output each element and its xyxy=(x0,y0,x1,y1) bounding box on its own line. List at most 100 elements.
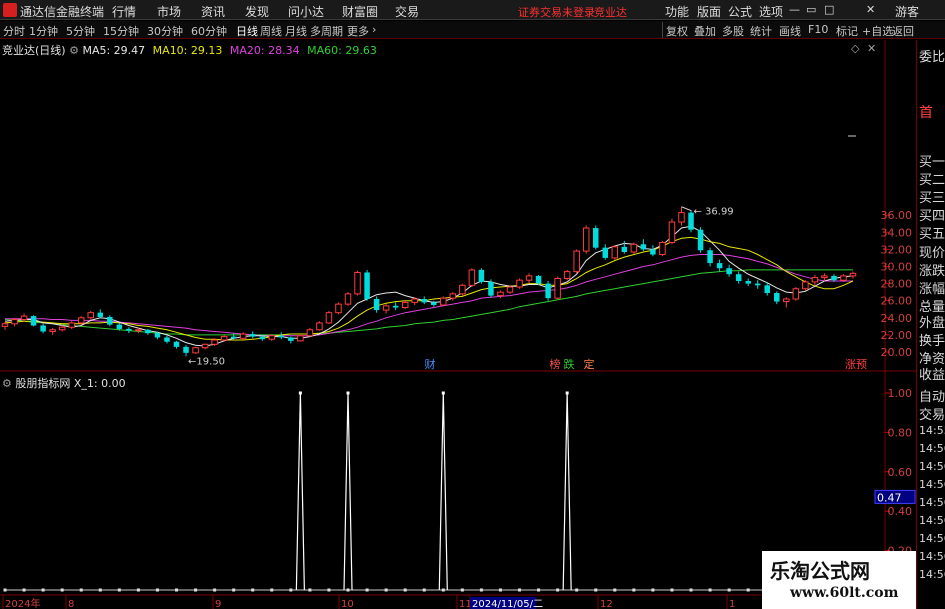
side-auto[interactable]: 自动 xyxy=(919,386,945,405)
candle-body xyxy=(58,326,66,331)
candle-body xyxy=(154,333,161,338)
signal-point xyxy=(518,588,522,592)
candle-body xyxy=(745,281,751,284)
side-outer: 外盘 xyxy=(919,316,945,331)
signal-tick-label: 1.00 xyxy=(888,387,913,400)
candle-body xyxy=(20,315,28,321)
signal-point xyxy=(232,588,236,592)
side-bid4: 买四 xyxy=(919,209,945,224)
signal-point xyxy=(422,588,426,592)
candle-body xyxy=(401,301,409,309)
candle-body xyxy=(774,293,780,302)
ma60-line xyxy=(4,269,853,336)
signal-point xyxy=(441,588,445,592)
candle-body xyxy=(68,322,75,328)
candle-body xyxy=(792,288,800,300)
candle-body xyxy=(668,221,676,244)
candle-body xyxy=(335,303,342,314)
signal-spike xyxy=(295,392,305,591)
candle-body xyxy=(1,323,9,327)
candle-body xyxy=(268,335,276,340)
candle-body xyxy=(230,336,237,339)
candle-body xyxy=(126,328,132,331)
signal-point xyxy=(117,588,121,592)
candle-body xyxy=(421,298,427,303)
signal-point xyxy=(479,588,483,592)
high-price-label: ← 36.99 xyxy=(693,207,733,218)
signal-point xyxy=(251,588,255,592)
candle-body xyxy=(592,228,599,248)
candle-body xyxy=(431,302,437,305)
candle-body xyxy=(297,335,304,342)
candle-body xyxy=(364,272,370,299)
high-arrow xyxy=(681,206,692,212)
signal-point xyxy=(498,588,502,592)
watermark-title: 乐淘公式网 xyxy=(770,559,870,583)
candle-body xyxy=(382,305,390,311)
candle-body xyxy=(640,244,647,250)
price-tick-label: 24.00 xyxy=(881,312,913,325)
signal-spike xyxy=(438,392,448,591)
watermark-url: www.60lt.com xyxy=(790,585,899,601)
candle-body xyxy=(116,324,123,329)
candle-body xyxy=(611,246,619,259)
signal-point xyxy=(22,588,26,592)
candle-body xyxy=(764,285,770,294)
price-tick-label: 30.00 xyxy=(881,261,913,274)
signal-peak xyxy=(298,391,302,395)
price-tick-label: 20.00 xyxy=(881,346,913,359)
candle-body xyxy=(478,269,485,282)
signal-point xyxy=(136,588,140,592)
candle-body xyxy=(201,343,209,349)
candle-body xyxy=(145,329,151,334)
price-tick-label: 34.00 xyxy=(881,226,913,239)
watermark: 乐淘公式网 www.60lt.com xyxy=(762,551,916,609)
candle-body xyxy=(288,337,294,341)
signal-point xyxy=(213,588,217,592)
candle-body xyxy=(373,298,380,311)
candle-body xyxy=(545,283,551,299)
tick-time: 14:56 xyxy=(919,460,945,473)
signal-point xyxy=(155,588,159,592)
date-label: 1 xyxy=(729,599,735,609)
signal-tick-label: 0.40 xyxy=(888,505,913,518)
side-earnings: 收益 xyxy=(919,368,945,383)
candle-body xyxy=(802,281,809,290)
signal-point xyxy=(651,588,655,592)
candle-body xyxy=(468,269,476,286)
candle-body xyxy=(497,291,504,297)
candle-body xyxy=(173,341,180,347)
candle-body xyxy=(259,336,266,340)
candle-body xyxy=(239,333,247,339)
candle-body xyxy=(582,227,590,252)
candle-body xyxy=(325,312,333,324)
candle-body xyxy=(621,246,628,252)
candle-body xyxy=(535,275,542,284)
side-bid5: 买五 xyxy=(919,227,945,242)
candle-body xyxy=(678,212,685,223)
tick-time: 14:56 xyxy=(919,532,945,545)
candle-body xyxy=(697,229,704,251)
candle-body xyxy=(316,322,323,331)
signal-tick-label: 0.80 xyxy=(888,426,913,439)
current-value-label: 0.47 xyxy=(877,491,902,504)
candle-body xyxy=(716,263,723,269)
signal-point xyxy=(194,588,198,592)
event-marker: 定 xyxy=(584,357,595,371)
candle-body xyxy=(821,275,828,279)
candle-body xyxy=(516,279,523,288)
candle-body xyxy=(97,312,104,317)
signal-point xyxy=(346,588,350,592)
candle-body xyxy=(192,347,199,354)
candle-body xyxy=(726,268,732,275)
candle-body xyxy=(849,272,857,277)
kline-chart[interactable]: 36.00 34.00 32.00 30.00 28.00 26.00 24.00 22.00… xyxy=(0,0,945,609)
candle-body xyxy=(77,317,85,324)
signal-peak xyxy=(441,391,445,395)
candle-body xyxy=(211,339,218,345)
date-label: 2024年 xyxy=(5,597,40,609)
side-trade[interactable]: 交易 xyxy=(919,404,945,423)
event-marker: 榜 xyxy=(550,357,561,371)
side-change: 涨跌 xyxy=(919,264,945,279)
signal-point xyxy=(575,588,579,592)
